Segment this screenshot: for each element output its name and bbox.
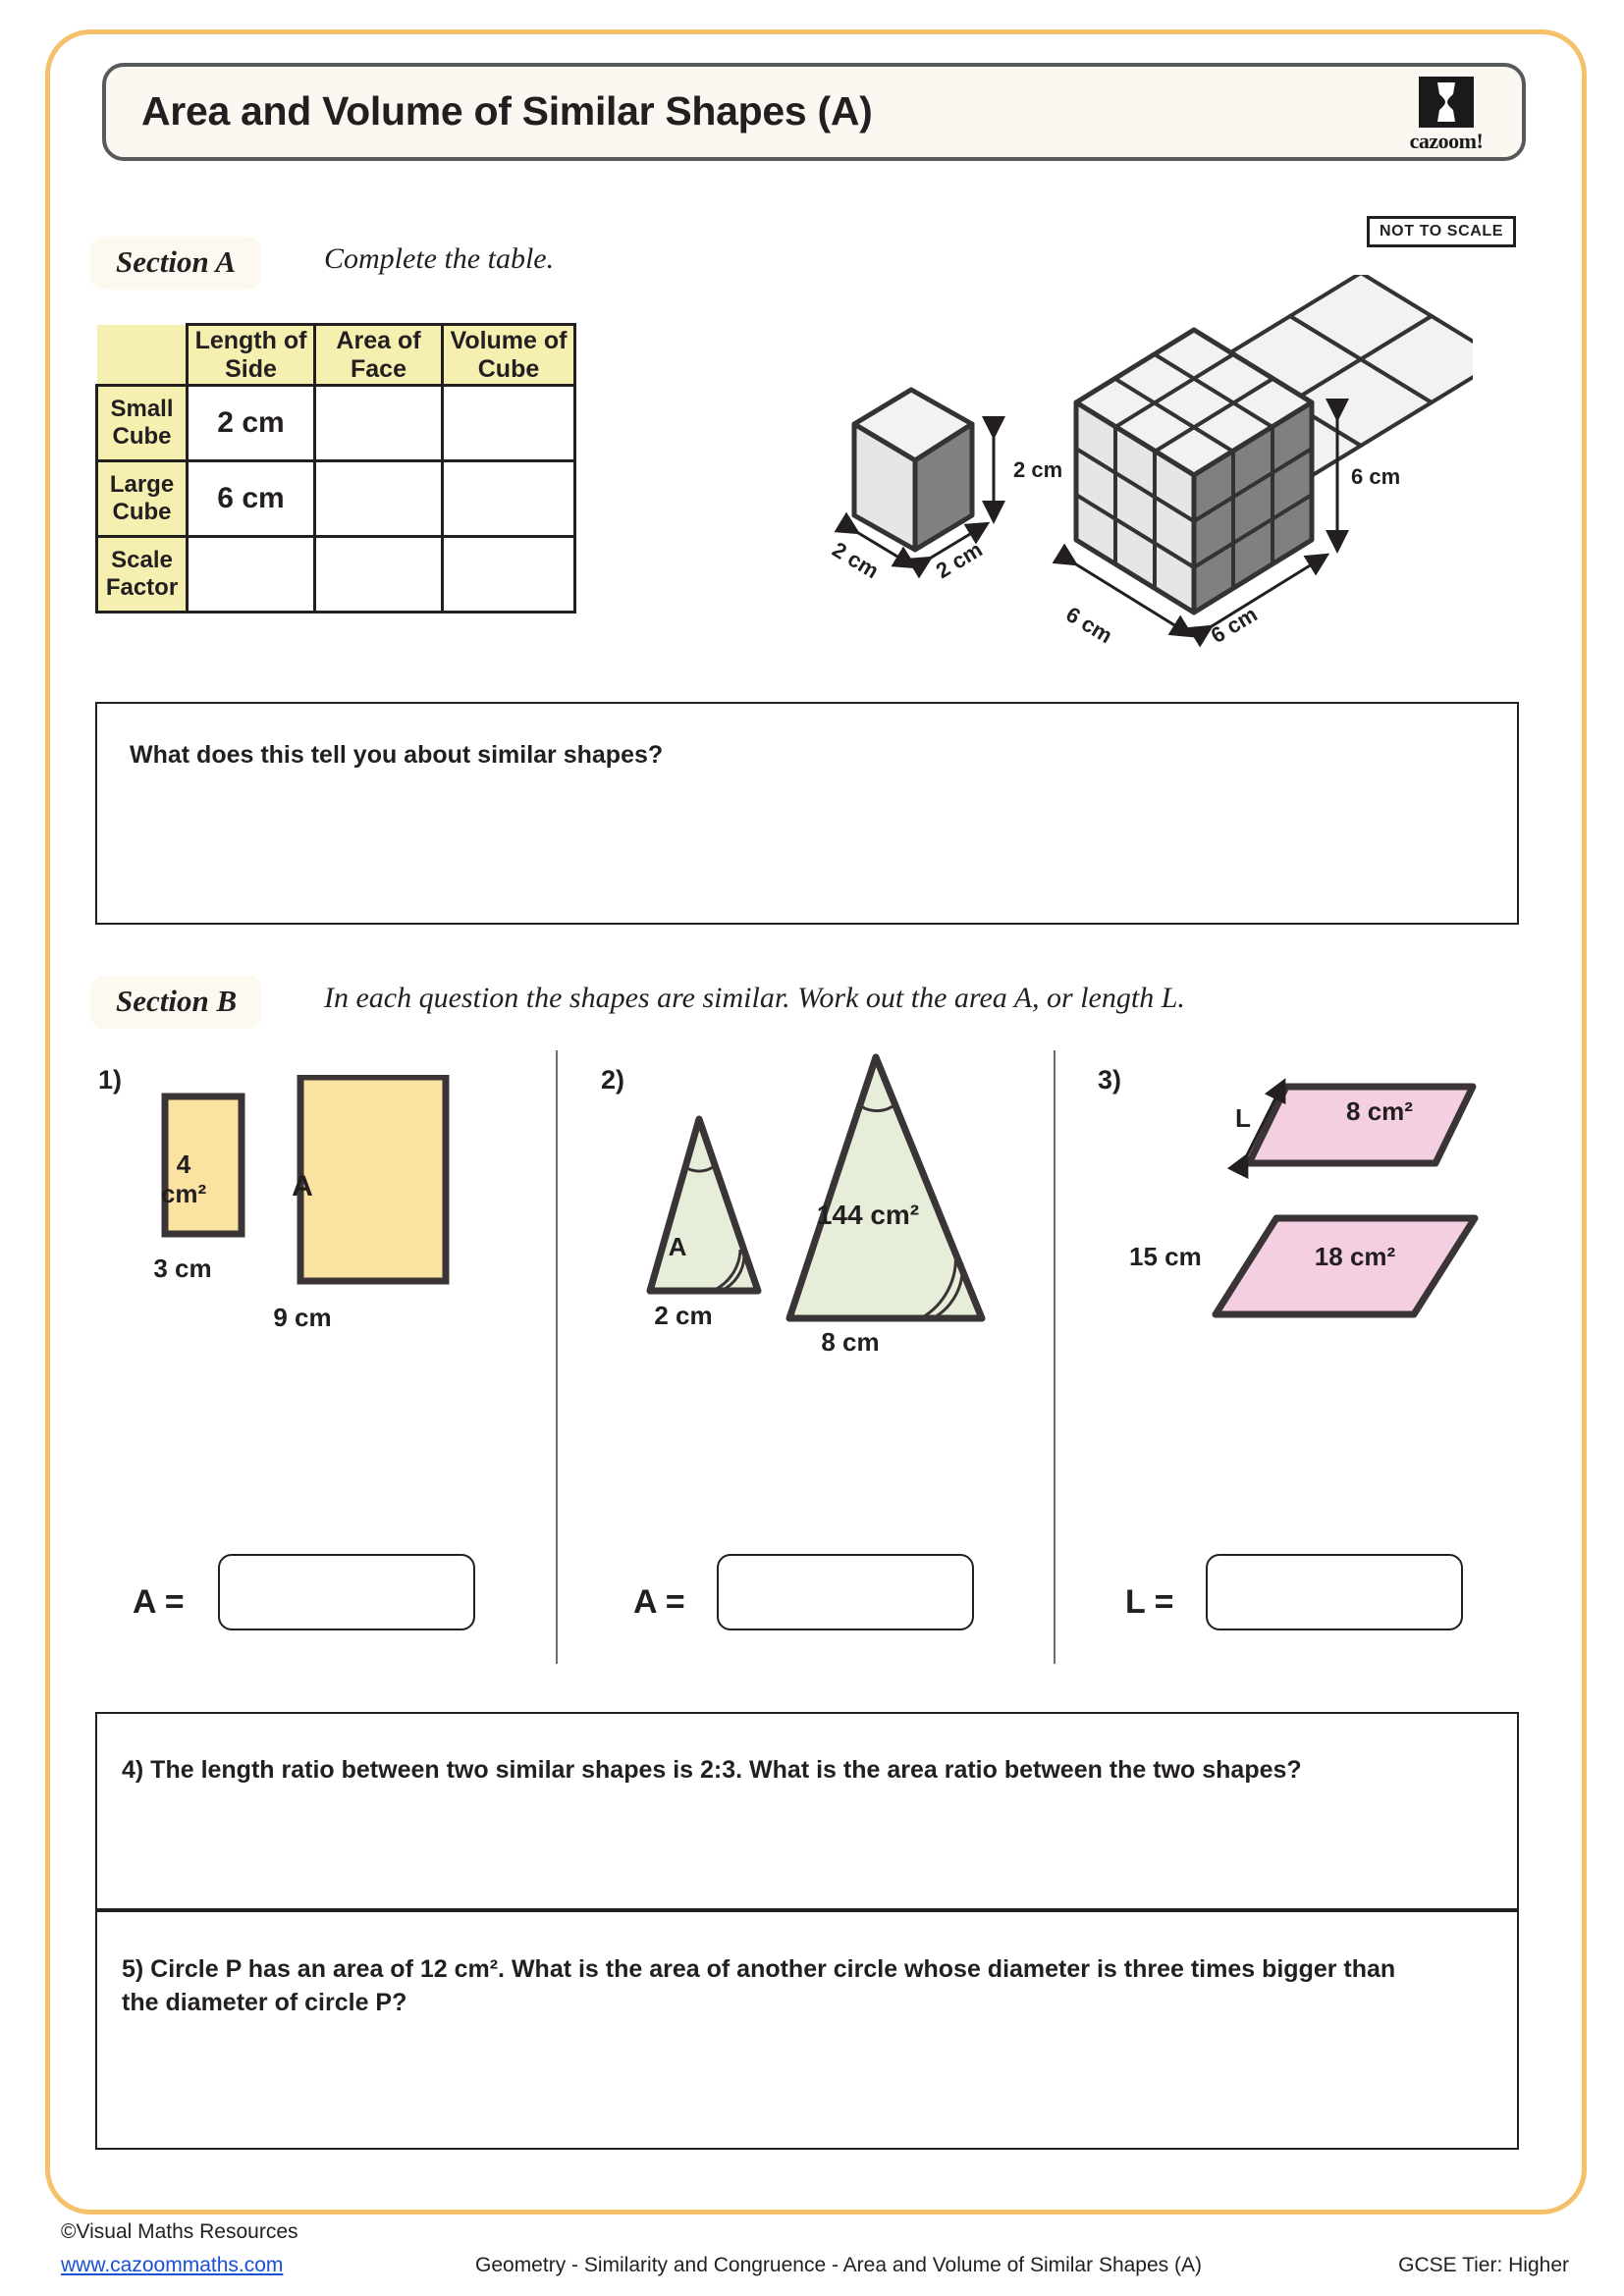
question-3-small-area-label: 8 cm² bbox=[1346, 1096, 1413, 1126]
table-row: Small Cube 2 cm bbox=[95, 384, 576, 462]
table-row: Scale Factor bbox=[95, 535, 576, 614]
section-a-label: Section A bbox=[90, 237, 262, 290]
question-2-large-area-label: 144 cm² bbox=[816, 1200, 920, 1230]
table-col-header-volume: Volume of Cube bbox=[441, 323, 576, 387]
question-3-small-side-label: L bbox=[1235, 1103, 1251, 1133]
table-header-row: Length of Side Area of Face Volume of Cu… bbox=[96, 323, 576, 387]
worksheet-page: Area and Volume of Similar Shapes (A) ca… bbox=[0, 0, 1624, 2296]
footer-copyright: ©Visual Maths Resources bbox=[61, 2220, 298, 2243]
cell-small-area[interactable] bbox=[313, 384, 444, 462]
footer-topic: Geometry - Similarity and Congruence - A… bbox=[475, 2254, 1202, 2276]
table-row-header-large-cube: Large Cube bbox=[95, 459, 189, 538]
question-2-shapes bbox=[646, 1053, 986, 1322]
table-row-header-scale-factor: Scale Factor bbox=[95, 535, 189, 614]
cazoom-logo: cazoom! bbox=[1392, 77, 1500, 157]
not-to-scale-badge: NOT TO SCALE bbox=[1367, 216, 1517, 247]
answer-box-2[interactable] bbox=[717, 1554, 974, 1630]
section-a-instruction: Complete the table. bbox=[324, 242, 555, 275]
cell-small-volume[interactable] bbox=[441, 384, 576, 462]
question-2-small-base-label: 2 cm bbox=[654, 1301, 713, 1330]
cell-large-area[interactable] bbox=[313, 459, 444, 538]
title-bar: Area and Volume of Similar Shapes (A) ca… bbox=[102, 63, 1526, 161]
footer-tier: GCSE Tier: Higher bbox=[1398, 2254, 1569, 2276]
cube-table: Length of Side Area of Face Volume of Cu… bbox=[95, 323, 576, 614]
answer-label-2: A = bbox=[633, 1583, 685, 1621]
question-4-box[interactable] bbox=[95, 1712, 1519, 1910]
q1-small-area-unit: cm² bbox=[160, 1178, 207, 1208]
footer-website-link[interactable]: www.cazoommaths.com bbox=[61, 2254, 283, 2277]
similar-shapes-question-text: What does this tell you about similar sh… bbox=[130, 741, 664, 769]
table-col-header-area: Area of Face bbox=[313, 323, 444, 387]
cazoom-goblet-icon bbox=[1419, 77, 1474, 128]
column-divider-2 bbox=[1054, 1050, 1056, 1664]
column-divider-1 bbox=[556, 1050, 558, 1664]
q1-small-area-value: 4 bbox=[176, 1149, 191, 1179]
answer-box-3[interactable] bbox=[1206, 1554, 1463, 1630]
question-4-text: 4) The length ratio between two similar … bbox=[122, 1756, 1302, 1784]
question-5-box[interactable] bbox=[95, 1910, 1519, 2150]
question-1-large-area-label: A bbox=[292, 1170, 313, 1202]
cell-sf-area[interactable] bbox=[313, 535, 444, 614]
question-2-large-base-label: 8 cm bbox=[821, 1327, 880, 1357]
question-3-large-side-label: 15 cm bbox=[1129, 1242, 1202, 1271]
cell-small-length[interactable]: 2 cm bbox=[186, 384, 316, 462]
cube-figures: 2 cm 2 cm 2 cm 6 cm 6 cm 6 cm bbox=[825, 275, 1532, 687]
page-title: Area and Volume of Similar Shapes (A) bbox=[141, 88, 873, 133]
answer-label-1: A = bbox=[133, 1583, 185, 1621]
question-2-small-area-label: A bbox=[668, 1232, 687, 1261]
answer-box-1[interactable] bbox=[218, 1554, 475, 1630]
table-corner-cell bbox=[96, 324, 189, 387]
answer-label-3: L = bbox=[1125, 1583, 1174, 1621]
section-b-instruction: In each question the shapes are similar.… bbox=[324, 982, 1185, 1014]
cell-large-length[interactable]: 6 cm bbox=[186, 459, 316, 538]
cell-sf-volume[interactable] bbox=[441, 535, 576, 614]
table-col-header-length: Length of Side bbox=[186, 323, 316, 387]
question-1-large-base-label: 9 cm bbox=[273, 1303, 332, 1332]
logo-wordmark: cazoom! bbox=[1409, 129, 1484, 153]
question-3-large-area-label: 18 cm² bbox=[1314, 1242, 1396, 1271]
large-cube-height-label: 6 cm bbox=[1351, 464, 1401, 489]
question-5-text: 5) Circle P has an area of 12 cm². What … bbox=[122, 1955, 1396, 2016]
question-1-small-area-label: 4 cm² bbox=[149, 1149, 218, 1209]
similar-shapes-question-box[interactable] bbox=[95, 702, 1519, 925]
section-b-label: Section B bbox=[90, 976, 263, 1029]
cell-large-volume[interactable] bbox=[441, 459, 576, 538]
table-row: Large Cube 6 cm bbox=[95, 459, 576, 538]
table-row-header-small-cube: Small Cube bbox=[95, 384, 189, 462]
question-3-shapes bbox=[1212, 1078, 1479, 1318]
question-1-small-base-label: 3 cm bbox=[153, 1254, 212, 1283]
cell-sf-length[interactable] bbox=[186, 535, 316, 614]
